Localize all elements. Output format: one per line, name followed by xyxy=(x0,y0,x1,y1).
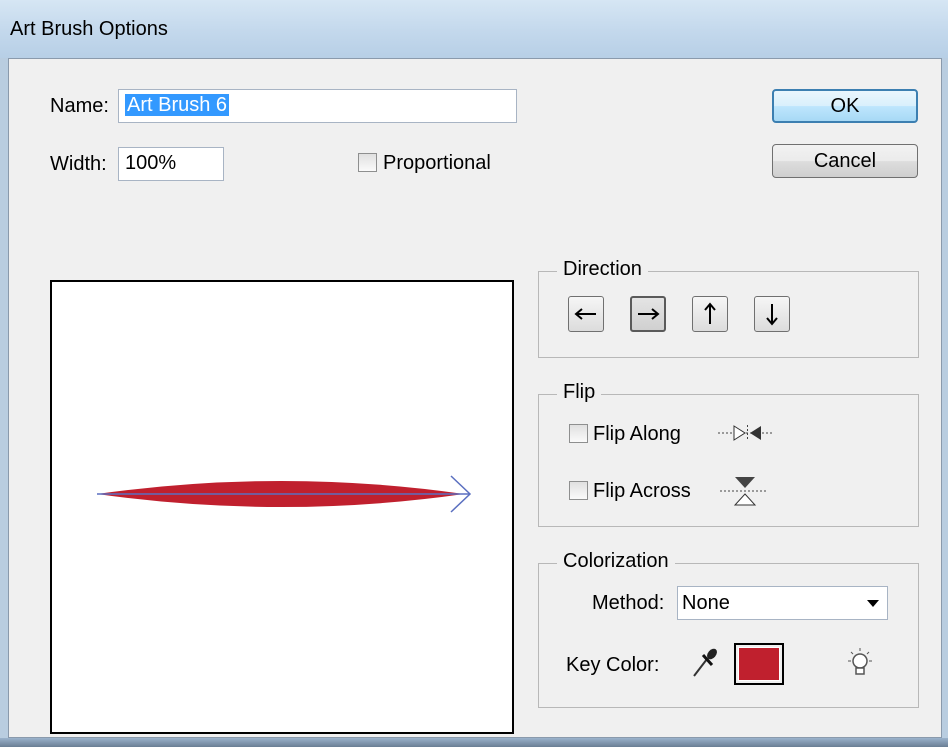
method-label: Method: xyxy=(592,592,665,614)
brush-preview xyxy=(50,280,514,734)
name-value: Art Brush 6 xyxy=(125,94,230,116)
direction-left-button[interactable] xyxy=(568,296,604,332)
key-color-swatch[interactable] xyxy=(734,643,784,685)
key-color-fill xyxy=(738,647,780,681)
left-arrow-icon xyxy=(574,308,596,320)
name-field[interactable]: Art Brush 6 xyxy=(118,89,517,123)
flip-legend: Flip xyxy=(557,381,602,404)
window-title: Art Brush Options xyxy=(10,18,168,40)
art-brush-options-dialog: Art Brush Options Name: Art Brush 6 Widt… xyxy=(0,0,948,747)
eyedropper-icon[interactable] xyxy=(690,646,718,680)
direction-right-button[interactable] xyxy=(630,296,666,332)
lightbulb-icon[interactable] xyxy=(845,648,875,680)
direction-legend: Direction xyxy=(557,258,648,281)
chevron-down-icon xyxy=(867,600,879,607)
title-bar[interactable]: Art Brush Options xyxy=(0,0,948,58)
direction-up-button[interactable] xyxy=(692,296,728,332)
colorization-legend: Colorization xyxy=(557,550,675,573)
flip-along-label: Flip Along xyxy=(593,423,681,445)
method-value: None xyxy=(682,592,730,614)
cancel-button[interactable]: Cancel xyxy=(772,144,918,178)
width-label: Width: xyxy=(50,153,107,175)
window-frame-bottom xyxy=(0,738,948,747)
method-dropdown[interactable]: None xyxy=(677,586,888,620)
width-field[interactable]: 100% xyxy=(118,147,224,181)
flip-across-icon xyxy=(720,477,768,506)
flip-along-icon xyxy=(718,425,774,441)
right-arrow-icon xyxy=(638,308,660,320)
up-arrow-icon xyxy=(704,302,716,324)
flip-across-checkbox[interactable] xyxy=(569,481,588,500)
ok-button[interactable]: OK xyxy=(772,89,918,123)
colorization-group: Colorization xyxy=(538,550,919,708)
brush-preview-canvas xyxy=(97,475,472,513)
proportional-checkbox[interactable] xyxy=(358,153,377,172)
flip-across-label: Flip Across xyxy=(593,480,691,502)
proportional-label: Proportional xyxy=(383,152,491,174)
name-label: Name: xyxy=(50,95,109,117)
key-color-label: Key Color: xyxy=(566,654,660,676)
flip-along-checkbox[interactable] xyxy=(569,424,588,443)
direction-down-button[interactable] xyxy=(754,296,790,332)
down-arrow-icon xyxy=(766,304,778,326)
